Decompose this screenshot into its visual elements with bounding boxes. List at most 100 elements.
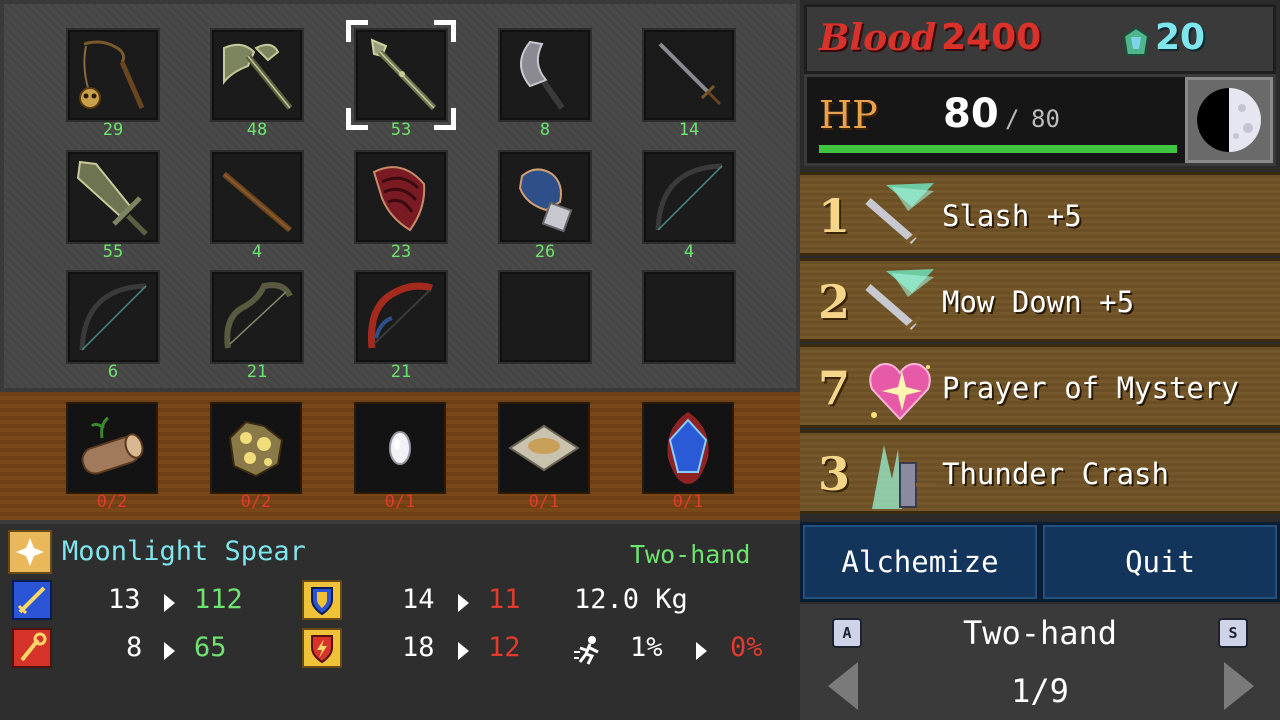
blood-value: 2400 <box>941 17 1042 58</box>
skill-label: Prayer of Mystery <box>942 371 1239 405</box>
item-type-icon <box>8 530 52 574</box>
thunder-skill-icon <box>862 439 938 511</box>
item-hand-type: Two-hand <box>630 540 751 569</box>
moon-phase-icon <box>1185 77 1273 163</box>
magic-arrow-icon <box>164 642 175 660</box>
alchemize-button[interactable]: Alchemize <box>800 522 1040 602</box>
page-indicator: 1/9 <box>1011 672 1069 710</box>
red-bow-icon <box>362 278 440 356</box>
bow-icon <box>650 158 728 236</box>
material-count: 0/1 <box>528 492 560 512</box>
category-pager: A S Two-hand 1/9 <box>800 604 1280 720</box>
material-count: 0/2 <box>240 492 272 512</box>
materials-strip: 0/2 0/2 0/1 0/1 0/1 <box>0 392 800 520</box>
category-label: Two-hand <box>962 614 1118 652</box>
inventory-slot[interactable] <box>354 270 448 364</box>
slot-count: 48 <box>246 120 268 140</box>
attack-new-value: 112 <box>194 584 243 615</box>
inventory-slot[interactable] <box>642 270 736 364</box>
material-slot[interactable] <box>354 402 446 494</box>
blood-label: Blood <box>819 17 937 59</box>
hp-separator: / <box>1005 105 1020 133</box>
magic-new-value: 65 <box>194 632 227 663</box>
inventory-slot[interactable] <box>642 28 736 122</box>
flail-icon <box>74 36 152 114</box>
axe-icon <box>218 36 296 114</box>
resist-icon <box>302 628 342 668</box>
currency-bar: Blood 2400 20 <box>804 4 1276 74</box>
previous-page-arrow-icon[interactable] <box>828 662 858 710</box>
inventory-slot[interactable] <box>498 270 592 364</box>
cloth-icon <box>504 408 584 488</box>
inventory-slot[interactable] <box>66 28 160 122</box>
crystal-icon <box>360 408 440 488</box>
item-weight: 12.0 Kg <box>574 584 688 615</box>
slash-skill-icon <box>862 181 938 253</box>
speed-arrow-icon <box>696 642 707 660</box>
hp-label: HP <box>819 93 878 137</box>
slot-count: 14 <box>678 120 700 140</box>
defense-icon <box>302 580 342 620</box>
magic-icon <box>12 628 52 668</box>
log-icon <box>72 408 152 488</box>
recurve-bow-icon <box>218 278 296 356</box>
inventory-slot[interactable] <box>210 270 304 364</box>
material-slot[interactable] <box>498 402 590 494</box>
resist-old-value: 18 <box>402 632 435 663</box>
spear-icon <box>362 36 440 114</box>
inventory-slot[interactable] <box>642 150 736 244</box>
skill-slot[interactable]: 3 Thunder Crash <box>800 430 1280 514</box>
item-name: Moonlight Spear <box>62 536 306 567</box>
material-slot[interactable] <box>66 402 158 494</box>
inventory-slot[interactable] <box>210 150 304 244</box>
material-slot[interactable] <box>642 402 734 494</box>
sword-icon <box>650 36 728 114</box>
inventory-slot[interactable] <box>498 150 592 244</box>
inventory-slot[interactable] <box>354 150 448 244</box>
item-details-panel: Moonlight Spear Two-hand 13 112 14 11 12… <box>0 520 800 720</box>
skill-label: Slash +5 <box>942 199 1082 233</box>
slot-count: 26 <box>534 242 556 262</box>
magic-old-value: 8 <box>126 632 143 663</box>
slot-count: 6 <box>107 362 119 382</box>
inventory-slot[interactable] <box>498 28 592 122</box>
speed-new-value: 0% <box>730 632 763 663</box>
slot-count: 29 <box>102 120 124 140</box>
hp-max: 80 <box>1031 105 1060 133</box>
bow-icon <box>74 278 152 356</box>
greatsword-icon <box>74 158 152 236</box>
quit-button[interactable]: Quit <box>1040 522 1280 602</box>
inventory-slot[interactable] <box>66 150 160 244</box>
slot-count: 23 <box>390 242 412 262</box>
gem-value: 20 <box>1155 17 1206 58</box>
hp-bar-fill <box>819 145 1177 153</box>
speed-icon <box>572 632 608 668</box>
skill-number: 7 <box>818 361 851 415</box>
gold-ore-icon <box>216 408 296 488</box>
claw-icon <box>362 158 440 236</box>
defense-new-value: 11 <box>488 584 521 615</box>
skill-slot[interactable]: 7 Prayer of Mystery <box>800 344 1280 428</box>
hp-bar-track <box>819 145 1177 153</box>
material-count: 0/1 <box>384 492 416 512</box>
gauntlet-icon <box>506 158 584 236</box>
speed-old-value: 1% <box>630 632 663 663</box>
slot-count: 21 <box>246 362 268 382</box>
blue-gem-icon <box>648 408 728 488</box>
skill-slot[interactable]: 2 Mow Down +5 <box>800 258 1280 342</box>
skill-label: Mow Down +5 <box>942 285 1135 319</box>
inventory-slot[interactable] <box>210 28 304 122</box>
hp-panel: HP 80 / 80 <box>804 74 1276 166</box>
defense-arrow-icon <box>458 594 469 612</box>
next-page-arrow-icon[interactable] <box>1224 662 1254 710</box>
resist-new-value: 12 <box>488 632 521 663</box>
inventory-slot[interactable] <box>66 270 160 364</box>
skill-slot[interactable]: 1 Slash +5 <box>800 172 1280 256</box>
inventory-slot[interactable] <box>354 28 448 122</box>
prayer-skill-icon <box>862 353 938 425</box>
material-slot[interactable] <box>210 402 302 494</box>
resist-arrow-icon <box>458 642 469 660</box>
skill-label: Thunder Crash <box>942 457 1169 491</box>
skill-number: 3 <box>818 447 851 501</box>
material-count: 0/2 <box>96 492 128 512</box>
